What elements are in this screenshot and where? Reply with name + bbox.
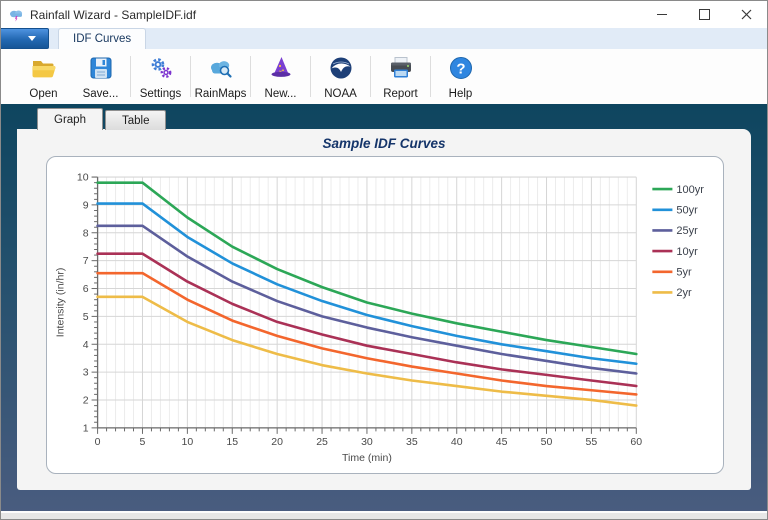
svg-text:5: 5: [83, 311, 89, 323]
toolbar-button-label: Open: [29, 87, 58, 100]
svg-text:4: 4: [83, 339, 89, 351]
legend-label: 50yr: [676, 205, 698, 217]
new-button[interactable]: New...: [252, 49, 309, 104]
close-button[interactable]: [725, 1, 767, 28]
chart-title: Sample IDF Curves: [322, 136, 446, 151]
app-window: Rainfall Wizard - SampleIDF.idf IDF Curv…: [0, 0, 768, 520]
svg-text:60: 60: [630, 436, 642, 448]
toolbar-separator: [250, 56, 251, 97]
title-bar: Rainfall Wizard - SampleIDF.idf: [1, 1, 767, 28]
report-button[interactable]: Report: [372, 49, 429, 104]
legend-label: 25yr: [676, 225, 698, 237]
svg-text:25: 25: [316, 436, 328, 448]
noaa-button[interactable]: NOAA: [312, 49, 369, 104]
folder-open-icon: [30, 54, 58, 87]
window-title: Rainfall Wizard - SampleIDF.idf: [30, 7, 197, 22]
maximize-icon: [698, 9, 710, 20]
svg-text:5: 5: [140, 436, 146, 448]
floppy-disk-icon: [87, 54, 115, 87]
legend-item-10yr: 10yr: [652, 246, 698, 258]
toolbar-separator: [370, 56, 371, 97]
ribbon-tab-idf-curves[interactable]: IDF Curves: [58, 28, 147, 49]
rain-cloud-icon: [8, 7, 24, 23]
toolbar-button-label: NOAA: [324, 87, 357, 100]
minimize-icon: [657, 14, 667, 15]
question-mark-icon: ?: [447, 54, 475, 87]
tick-marks: 0 5 10 15 20 25 30 35 40 45 50 55 6012345678910: [77, 172, 642, 448]
svg-text:40: 40: [451, 436, 463, 448]
save-button[interactable]: Save...: [72, 49, 129, 104]
x-axis-label: Time (min): [342, 452, 392, 464]
svg-text:55: 55: [586, 436, 598, 448]
svg-text:6: 6: [83, 283, 89, 295]
idf-chart: 0 5 10 15 20 25 30 35 40 45 50 55 6012345678910Time …: [54, 172, 704, 464]
ribbon-tab-strip: IDF Curves: [1, 28, 767, 49]
legend-item-100yr: 100yr: [652, 184, 704, 196]
printer-icon: [387, 54, 415, 87]
toolbar-separator: [130, 56, 131, 97]
toolbar-button-label: Settings: [139, 87, 182, 100]
graph-page: Sample IDF Curves 0 5 10 15 20 25 30 35 40 45 50 55…: [17, 129, 751, 490]
chart-panel: 0 5 10 15 20 25 30 35 40 45 50 55 60 1 2 3 4 5 6 7 8 9 10 Time …: [46, 156, 724, 474]
legend-label: 100yr: [676, 184, 704, 196]
legend-label: 5yr: [676, 267, 692, 279]
legend-item-5yr: 5yr: [652, 267, 692, 279]
svg-text:?: ?: [456, 60, 465, 77]
dropdown-caret-icon: [27, 36, 36, 41]
svg-text:2: 2: [83, 395, 89, 407]
svg-text:8: 8: [83, 227, 89, 239]
y-axis-label: Intensity (in/hr): [54, 268, 66, 338]
legend-item-50yr: 50yr: [652, 205, 698, 217]
legend-label: 10yr: [676, 246, 698, 258]
window-controls: [641, 1, 767, 28]
svg-text:50: 50: [541, 436, 553, 448]
minimize-button[interactable]: [641, 1, 683, 28]
toolbar-button-label: New...: [264, 87, 297, 100]
toolbar-separator: [430, 56, 431, 97]
toolbar-separator: [310, 56, 311, 97]
svg-text:1: 1: [83, 422, 89, 434]
toolbar-button-label: Report: [383, 87, 418, 100]
help-button[interactable]: ? Help: [432, 49, 489, 104]
gears-icon: [147, 54, 175, 87]
graph-table-tabs: Graph Table: [17, 108, 751, 130]
noaa-logo-icon: [327, 54, 355, 87]
tab-table[interactable]: Table: [104, 110, 167, 130]
legend-label: 2yr: [676, 287, 692, 299]
close-icon: [741, 9, 751, 20]
wizard-hat-icon: [267, 54, 295, 87]
legend-item-2yr: 2yr: [652, 287, 692, 299]
window-footer: [1, 511, 767, 519]
svg-text:3: 3: [83, 367, 89, 379]
settings-button[interactable]: Settings: [132, 49, 189, 104]
svg-text:10: 10: [182, 436, 194, 448]
maximize-button[interactable]: [683, 1, 725, 28]
rainmaps-button[interactable]: RainMaps: [192, 49, 249, 104]
svg-text:7: 7: [83, 255, 89, 267]
svg-text:20: 20: [271, 436, 283, 448]
legend-item-25yr: 25yr: [652, 225, 698, 237]
toolbar: Open Save... Settings RainMaps New... NOAA Rep…: [1, 49, 767, 104]
tab-page-frame: Graph Table Sample IDF Curves 0 5 10 15 20 25 3…: [1, 104, 767, 511]
cloud-search-icon: [207, 54, 235, 87]
svg-text:15: 15: [226, 436, 238, 448]
svg-text:10: 10: [77, 172, 89, 184]
toolbar-button-label: Help: [448, 87, 473, 100]
toolbar-button-label: RainMaps: [194, 87, 247, 100]
svg-text:9: 9: [83, 199, 89, 211]
toolbar-button-label: Save...: [82, 87, 119, 100]
svg-text:35: 35: [406, 436, 418, 448]
open-button[interactable]: Open: [15, 49, 72, 104]
svg-text:45: 45: [496, 436, 508, 448]
toolbar-separator: [190, 56, 191, 97]
svg-text:0: 0: [95, 436, 101, 448]
legend: 100yr 50yr 25yr 10yr 5yr 2yr: [652, 184, 704, 299]
app-menu-button[interactable]: [1, 28, 49, 49]
tab-graph[interactable]: Graph: [37, 108, 103, 130]
svg-text:30: 30: [361, 436, 373, 448]
